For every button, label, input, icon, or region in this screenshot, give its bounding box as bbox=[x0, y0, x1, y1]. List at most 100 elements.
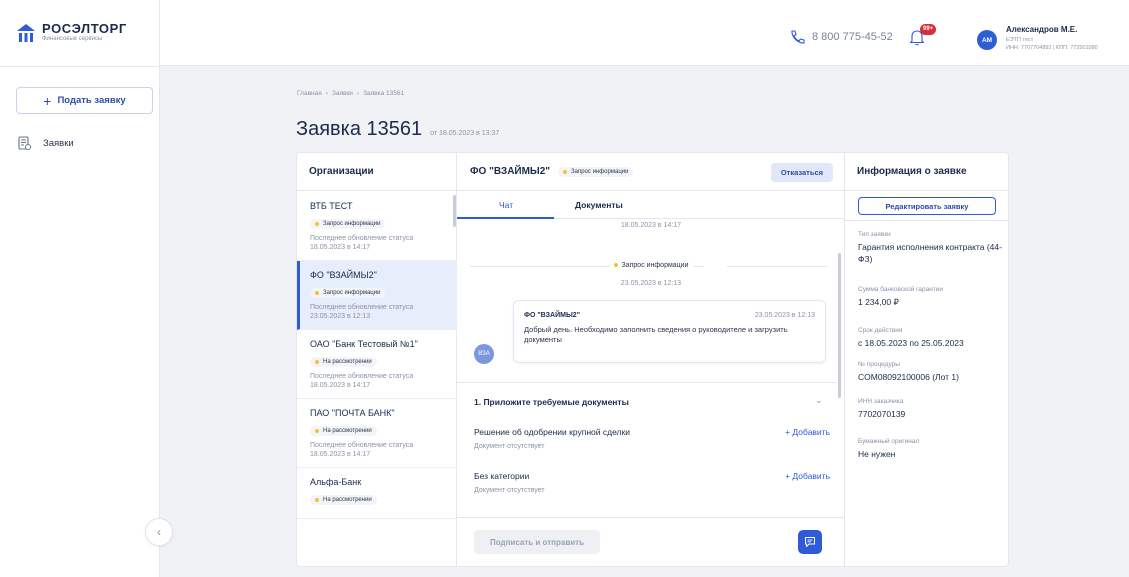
message-area: 18.05.2023 в 14:17 Запрос информации 23.… bbox=[457, 220, 845, 396]
user-details: ЕЭТП тест ИНН: 7707704892 | КПП: 7725010… bbox=[1006, 36, 1098, 52]
sign-and-send-button[interactable]: Подписать и отправить bbox=[474, 530, 600, 554]
sidebar-item-applications[interactable]: Заявки bbox=[18, 136, 74, 150]
org-list-scrollbar[interactable] bbox=[453, 195, 456, 227]
sidebar-divider bbox=[0, 66, 160, 67]
page-date: от 18.05.2023 в 13:37 bbox=[430, 130, 500, 137]
breadcrumb-separator: › bbox=[356, 90, 360, 97]
info-value: Не нужен bbox=[858, 449, 896, 459]
info-label: Бумажный оригинал bbox=[858, 438, 920, 445]
org-item-selected[interactable]: ФО "ВЗАЙМЫ2" Запрос информации Последнее… bbox=[297, 261, 457, 330]
info-label: ИНН заказчика bbox=[858, 398, 904, 405]
docs-section-title[interactable]: 1. Приложите требуемые документы bbox=[474, 397, 629, 407]
message-button[interactable] bbox=[798, 530, 822, 554]
logo[interactable]: РОСЭЛТОРГ Финансовые сервисы bbox=[16, 22, 127, 43]
info-field-type: Тип заявки Гарантия исполнения контракта… bbox=[858, 231, 1003, 265]
phone-icon bbox=[791, 30, 805, 44]
org-update-label: Последнее обновление статуса bbox=[310, 235, 414, 242]
chevron-left-icon: ‹ bbox=[157, 525, 161, 539]
org-item[interactable]: ПАО "ПОЧТА БАНК" На рассмотрении Последн… bbox=[297, 399, 457, 468]
tab-documents[interactable]: Документы bbox=[575, 200, 623, 210]
sidebar: РОСЭЛТОРГ Финансовые сервисы + Подать за… bbox=[0, 0, 173, 577]
org-update-label: Последнее обновление статуса bbox=[310, 373, 414, 380]
status-dot bbox=[315, 360, 319, 364]
breadcrumb-separator: › bbox=[325, 90, 328, 97]
org-item[interactable]: Альфа-Банк На рассмотрении bbox=[297, 468, 457, 519]
system-event: Запрос информации bbox=[457, 262, 845, 269]
user-name[interactable]: Александров М.Е. bbox=[1006, 25, 1077, 34]
org-name: ПАО "ПОЧТА БАНК" bbox=[310, 408, 395, 418]
status-dot bbox=[315, 222, 319, 226]
org-name: Альфа-Банк bbox=[310, 477, 362, 487]
org-update-label: Последнее обновление статуса bbox=[310, 304, 414, 311]
message-bubble: ФО "ВЗАЙМЫ2" 23.05.2023 в 12:13 Добрый д… bbox=[513, 300, 826, 363]
message-text: Добрый день. Необходимо заполнить сведен… bbox=[524, 325, 788, 344]
status-badge: Запрос информации bbox=[310, 219, 386, 229]
collapse-sidebar-button[interactable]: ‹ bbox=[145, 518, 173, 546]
avatar[interactable]: АМ bbox=[977, 30, 997, 50]
page-title: Заявка 13561 от 18.05.2023 в 13:37 bbox=[296, 118, 499, 141]
info-value: с 18.05.2023 по 25.05.2023 bbox=[858, 338, 964, 348]
info-label: Срок действия bbox=[858, 327, 903, 334]
status-dot bbox=[613, 263, 618, 268]
document-name: Без категории bbox=[474, 471, 530, 481]
brand-name: РОСЭЛТОРГ bbox=[42, 21, 127, 36]
plus-icon: + bbox=[43, 92, 52, 109]
info-value: 1 234,00 ₽ bbox=[858, 297, 899, 307]
status-dot bbox=[315, 291, 319, 295]
brand-subtitle: Финансовые сервисы bbox=[42, 36, 103, 42]
info-field-paper-original: Бумажный оригинал Не нужен bbox=[858, 438, 1003, 460]
apply-button-label: Подать заявку bbox=[57, 95, 126, 106]
system-event-date: 23.05.2023 в 12:13 bbox=[620, 280, 682, 287]
user-ids: ИНН: 7707704892 | КПП: 772501080 bbox=[1006, 45, 1098, 51]
chat-scrollbar[interactable] bbox=[838, 253, 841, 398]
required-docs-panel: 1. Приложите требуемые документы ⌄ Решен… bbox=[457, 382, 837, 516]
chat-bubble-icon bbox=[805, 537, 815, 547]
info-value: COM08092100006 (Лот 1) bbox=[858, 372, 959, 382]
document-list-icon bbox=[18, 136, 31, 150]
chevron-down-icon[interactable]: ⌄ bbox=[815, 395, 823, 406]
chat-tabs: Чат Документы bbox=[457, 192, 845, 219]
page-title-text: Заявка 13561 bbox=[296, 118, 423, 140]
notifications-button[interactable]: 99+ bbox=[908, 24, 937, 46]
breadcrumb: Главная › Заявки › Заявка 13561 bbox=[297, 90, 404, 97]
org-update-date: 18.05.2023 в 14:17 bbox=[310, 451, 371, 458]
status-dot bbox=[563, 169, 568, 174]
breadcrumb-applications[interactable]: Заявки bbox=[332, 90, 353, 97]
message-timestamp: 18.05.2023 в 14:17 bbox=[620, 222, 682, 229]
active-tab-indicator bbox=[457, 217, 554, 219]
phone-number: 8 800 775-45-52 bbox=[812, 31, 893, 43]
application-card: Организации ВТБ ТЕСТ Запрос информации П… bbox=[296, 152, 1009, 567]
org-name: ВТБ ТЕСТ bbox=[310, 201, 353, 211]
chat-org-name: ФО "ВЗАЙМЫ2" bbox=[470, 166, 551, 177]
status-dot bbox=[315, 498, 319, 502]
organizations-panel: Организации ВТБ ТЕСТ Запрос информации П… bbox=[297, 153, 457, 566]
avatar: ВЗА bbox=[474, 344, 494, 364]
edit-application-button[interactable]: Редактировать заявку bbox=[858, 197, 996, 215]
info-label: Тип заявки bbox=[858, 231, 891, 238]
tab-chat[interactable]: Чат bbox=[499, 200, 513, 210]
org-item[interactable]: ВТБ ТЕСТ Запрос информации Последнее обн… bbox=[297, 192, 457, 261]
org-name: ФО "ВЗАЙМЫ2" bbox=[310, 270, 377, 280]
document-row: Решение об одобрении крупной сделки Доку… bbox=[474, 427, 830, 450]
info-label: № процедуры bbox=[858, 361, 900, 368]
apply-button[interactable]: + Подать заявку bbox=[16, 87, 153, 114]
info-field-amount: Сумма банковской гарантии 1 234,00 ₽ bbox=[858, 286, 1003, 308]
document-row: Без категории Документ отсутствует + Доб… bbox=[474, 471, 830, 494]
logo-icon bbox=[17, 23, 35, 42]
organizations-list: ВТБ ТЕСТ Запрос информации Последнее обн… bbox=[297, 192, 457, 566]
chat-panel: ФО "ВЗАЙМЫ2" Запрос информации Отказатьс… bbox=[457, 153, 845, 566]
message-author: ФО "ВЗАЙМЫ2" bbox=[524, 312, 581, 319]
org-update-label: Последнее обновление статуса bbox=[310, 442, 414, 449]
phone-contact[interactable]: 8 800 775-45-52 bbox=[789, 29, 893, 45]
org-update-date: 18.05.2023 в 14:17 bbox=[310, 244, 371, 251]
decline-button[interactable]: Отказаться bbox=[770, 163, 833, 182]
org-name: ОАО "Банк Тестовый №1" bbox=[310, 339, 418, 349]
org-item[interactable]: ОАО "Банк Тестовый №1" На рассмотрении П… bbox=[297, 330, 457, 399]
info-label: Сумма банковской гарантии bbox=[858, 286, 944, 293]
user-org: ЕЭТП тест bbox=[1006, 37, 1034, 43]
organizations-heading: Организации bbox=[297, 153, 457, 191]
add-document-button[interactable]: + Добавить bbox=[785, 427, 830, 437]
add-document-button[interactable]: + Добавить bbox=[785, 471, 830, 481]
status-badge: На рассмотрении bbox=[310, 357, 377, 367]
breadcrumb-home[interactable]: Главная bbox=[297, 90, 322, 97]
